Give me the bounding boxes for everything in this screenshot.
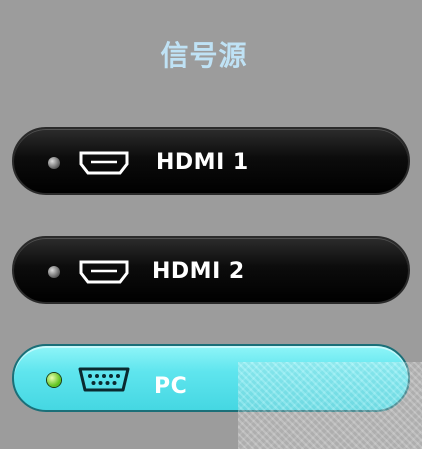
source-button-hdmi-2[interactable]: HDMI 2: [12, 236, 410, 304]
source-label: PC: [154, 374, 188, 399]
source-menu-title: 信号源: [160, 39, 248, 72]
source-label: HDMI 2: [152, 259, 245, 284]
status-indicator-icon: [48, 157, 60, 169]
status-indicator-icon: [48, 266, 60, 278]
source-button-pc[interactable]: PC: [12, 344, 410, 412]
hdmi-port-icon: [79, 151, 129, 175]
source-button-hdmi-1[interactable]: HDMI 1: [12, 127, 410, 195]
hdmi-port-icon: [79, 260, 129, 284]
vga-port-icon: [78, 367, 130, 392]
status-indicator-icon: [47, 373, 61, 387]
source-label: HDMI 1: [156, 150, 249, 175]
